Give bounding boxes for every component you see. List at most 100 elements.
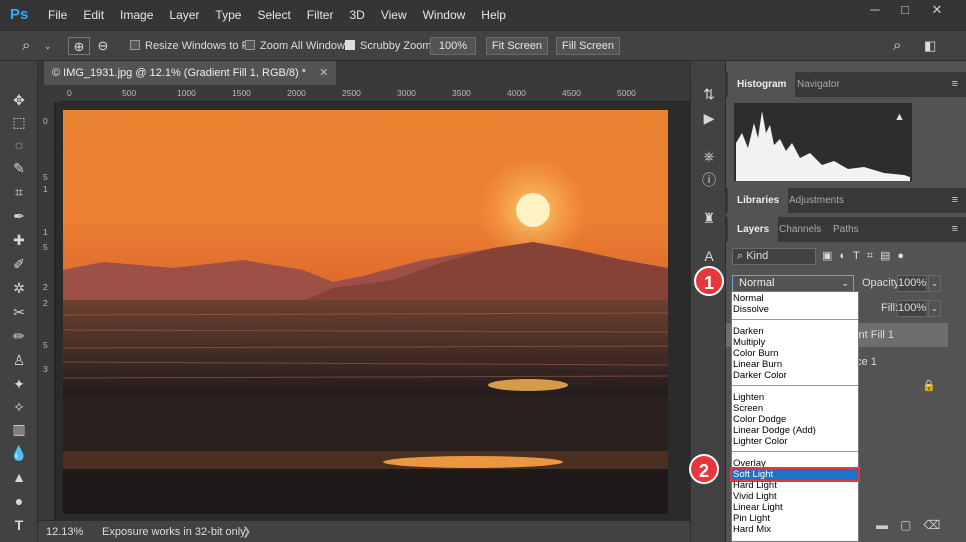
tab-paths[interactable]: Paths xyxy=(824,217,868,242)
filter-kind-select[interactable]: ⌕ Kind xyxy=(732,248,816,265)
eyedropper-tool-icon[interactable]: ✒ xyxy=(8,205,30,227)
blend-option-pin-light[interactable]: Pin Light xyxy=(732,513,858,524)
blend-option-screen[interactable]: Screen xyxy=(732,403,858,414)
zoom-all-checkbox[interactable]: Zoom All Windows xyxy=(245,37,350,55)
blend-option-color-dodge[interactable]: Color Dodge xyxy=(732,414,858,425)
fit-screen-button[interactable]: Fit Screen xyxy=(486,37,548,55)
brush-tool-icon[interactable]: ✐ xyxy=(8,253,30,275)
zoom-tool-icon[interactable]: ⌕ xyxy=(22,37,30,55)
callout-badge-1: 1 xyxy=(694,266,724,296)
blend-option-darken[interactable]: Darken xyxy=(732,326,858,337)
fill-screen-button[interactable]: Fill Screen xyxy=(556,37,620,55)
character-icon[interactable]: A xyxy=(698,245,720,267)
eraser-tool-icon[interactable]: ✏ xyxy=(8,325,30,347)
quick-select-tool-icon[interactable]: ✎ xyxy=(8,157,30,179)
blur-tool-icon[interactable]: 💧 xyxy=(8,442,30,464)
dropdown-separator xyxy=(732,319,858,320)
gradient-wand-icon[interactable]: ✦ xyxy=(8,373,30,395)
options-bar: ⌕ ⌄ ⊕ ⊖ Resize Windows to Fit Zoom All W… xyxy=(0,30,966,61)
blend-option-lighter-color[interactable]: Lighter Color xyxy=(732,436,858,447)
move-tool-icon[interactable]: ✥ xyxy=(8,89,30,111)
actions-play-icon[interactable]: ▶ xyxy=(698,107,720,129)
status-arrow-icon[interactable]: ❯ xyxy=(242,525,251,538)
blend-mode-dropdown[interactable]: Normal Dissolve Darken Multiply Color Burn Li… xyxy=(730,291,860,542)
menu-edit[interactable]: Edit xyxy=(75,0,112,30)
tab-channels[interactable]: Channels xyxy=(770,217,830,242)
crop-tool-icon[interactable]: ⌗ xyxy=(8,181,30,203)
tab-adjustments[interactable]: Adjustments xyxy=(780,188,853,213)
stamp-icon[interactable]: ♙ xyxy=(8,349,30,371)
history-brush-icon[interactable]: ✂ xyxy=(8,301,30,323)
blend-option-normal[interactable]: Normal xyxy=(732,293,858,304)
menu-view[interactable]: View xyxy=(373,0,415,30)
chevron-down-icon[interactable]: ⌄ xyxy=(928,300,941,317)
opacity-input[interactable]: 100% xyxy=(897,275,927,292)
panel-menu-icon[interactable]: ≡ xyxy=(952,223,958,235)
resize-windows-checkbox[interactable]: Resize Windows to Fit xyxy=(130,37,254,55)
marquee-tool-icon[interactable]: ⬚ xyxy=(8,111,30,133)
blend-option-hard-mix[interactable]: Hard Mix xyxy=(732,524,858,535)
layer-actions-icons[interactable]: ▬▢⌫ xyxy=(876,518,952,532)
workspace-icon[interactable]: ◧ xyxy=(924,37,936,55)
clone-stamp-icon[interactable]: ✲ xyxy=(8,277,30,299)
panel-menu-icon[interactable]: ≡ xyxy=(952,194,958,206)
zoom-in-icon[interactable]: ⊕ xyxy=(68,37,90,55)
layer-filter-icons[interactable]: ▣◐T⌗▤● xyxy=(822,249,911,263)
blend-option-overlay[interactable]: Overlay xyxy=(732,458,858,469)
callout-badge-2: 2 xyxy=(689,454,719,484)
blend-option-linear-burn[interactable]: Linear Burn xyxy=(732,359,858,370)
blend-mode-select[interactable]: Normal ⌄ xyxy=(732,275,854,292)
menu-help[interactable]: Help xyxy=(473,0,514,30)
menu-layer[interactable]: Layer xyxy=(161,0,207,30)
blend-option-linear-dodge-add[interactable]: Linear Dodge (Add) xyxy=(732,425,858,436)
zoom-out-icon[interactable]: ⊖ xyxy=(94,37,112,55)
sharpen-tool-icon[interactable]: ▲ xyxy=(8,466,30,488)
3d-icon[interactable]: ⎈ xyxy=(698,145,720,167)
menu-window[interactable]: Window xyxy=(415,0,474,30)
blend-option-hard-light[interactable]: Hard Light xyxy=(732,480,858,491)
sunset-photo[interactable] xyxy=(63,110,668,514)
blend-option-darker-color[interactable]: Darker Color xyxy=(732,370,858,381)
gradient-tool-icon[interactable]: ▥ xyxy=(8,418,30,440)
menu-filter[interactable]: Filter xyxy=(299,0,342,30)
healing-brush-icon[interactable]: ✚ xyxy=(8,229,30,251)
blend-option-lighten[interactable]: Lighten xyxy=(732,392,858,403)
chevron-down-icon: ⌄ xyxy=(841,278,849,288)
menu-3d[interactable]: 3D xyxy=(341,0,372,30)
zoom-value-field[interactable]: 100% xyxy=(430,37,476,55)
close-button[interactable]: ✕ xyxy=(922,0,952,20)
menu-image[interactable]: Image xyxy=(112,0,161,30)
menu-select[interactable]: Select xyxy=(249,0,298,30)
history-icon[interactable]: ⇅ xyxy=(698,83,720,105)
chevron-down-icon[interactable]: ⌄ xyxy=(44,37,52,55)
zoom-level[interactable]: 12.13% xyxy=(46,526,83,538)
dodge-tool-icon[interactable]: ● xyxy=(8,490,30,512)
restore-button[interactable]: □ xyxy=(890,0,920,20)
clone-source-icon[interactable]: ♜ xyxy=(698,207,720,229)
chevron-down-icon[interactable]: ⌄ xyxy=(928,275,941,292)
info-icon[interactable]: ⓘ xyxy=(698,169,720,191)
document-tab[interactable]: © IMG_1931.jpg @ 12.1% (Gradient Fill 1,… xyxy=(44,61,337,85)
blend-option-soft-light[interactable]: Soft Light xyxy=(730,467,860,482)
resize-windows-label: Resize Windows to Fit xyxy=(145,40,254,52)
smudge-tool-icon[interactable]: ✧ xyxy=(8,396,30,418)
blend-option-multiply[interactable]: Multiply xyxy=(732,337,858,348)
scrubby-zoom-checkbox[interactable]: Scrubby Zoom xyxy=(345,37,432,55)
lasso-tool-icon[interactable]: ◌ xyxy=(8,134,30,156)
warning-icon[interactable]: ▲ xyxy=(894,111,905,123)
menu-type[interactable]: Type xyxy=(207,0,249,30)
menu-file[interactable]: File xyxy=(40,0,75,30)
blend-option-linear-light[interactable]: Linear Light xyxy=(732,502,858,513)
type-tool-icon[interactable]: T xyxy=(8,514,30,536)
blend-option-vivid-light[interactable]: Vivid Light xyxy=(732,491,858,502)
blend-option-color-burn[interactable]: Color Burn xyxy=(732,348,858,359)
minimize-button[interactable]: ─ xyxy=(860,0,890,20)
tab-navigator[interactable]: Navigator xyxy=(788,72,849,97)
ruler-tick-label: 1 xyxy=(43,184,48,194)
fill-input[interactable]: 100% xyxy=(897,300,927,317)
tab-histogram[interactable]: Histogram xyxy=(728,72,796,97)
close-tab-icon[interactable]: ✕ xyxy=(319,67,328,79)
blend-option-dissolve[interactable]: Dissolve xyxy=(732,304,858,315)
search-icon[interactable]: ⌕ xyxy=(893,37,901,55)
panel-menu-icon[interactable]: ≡ xyxy=(952,78,958,90)
